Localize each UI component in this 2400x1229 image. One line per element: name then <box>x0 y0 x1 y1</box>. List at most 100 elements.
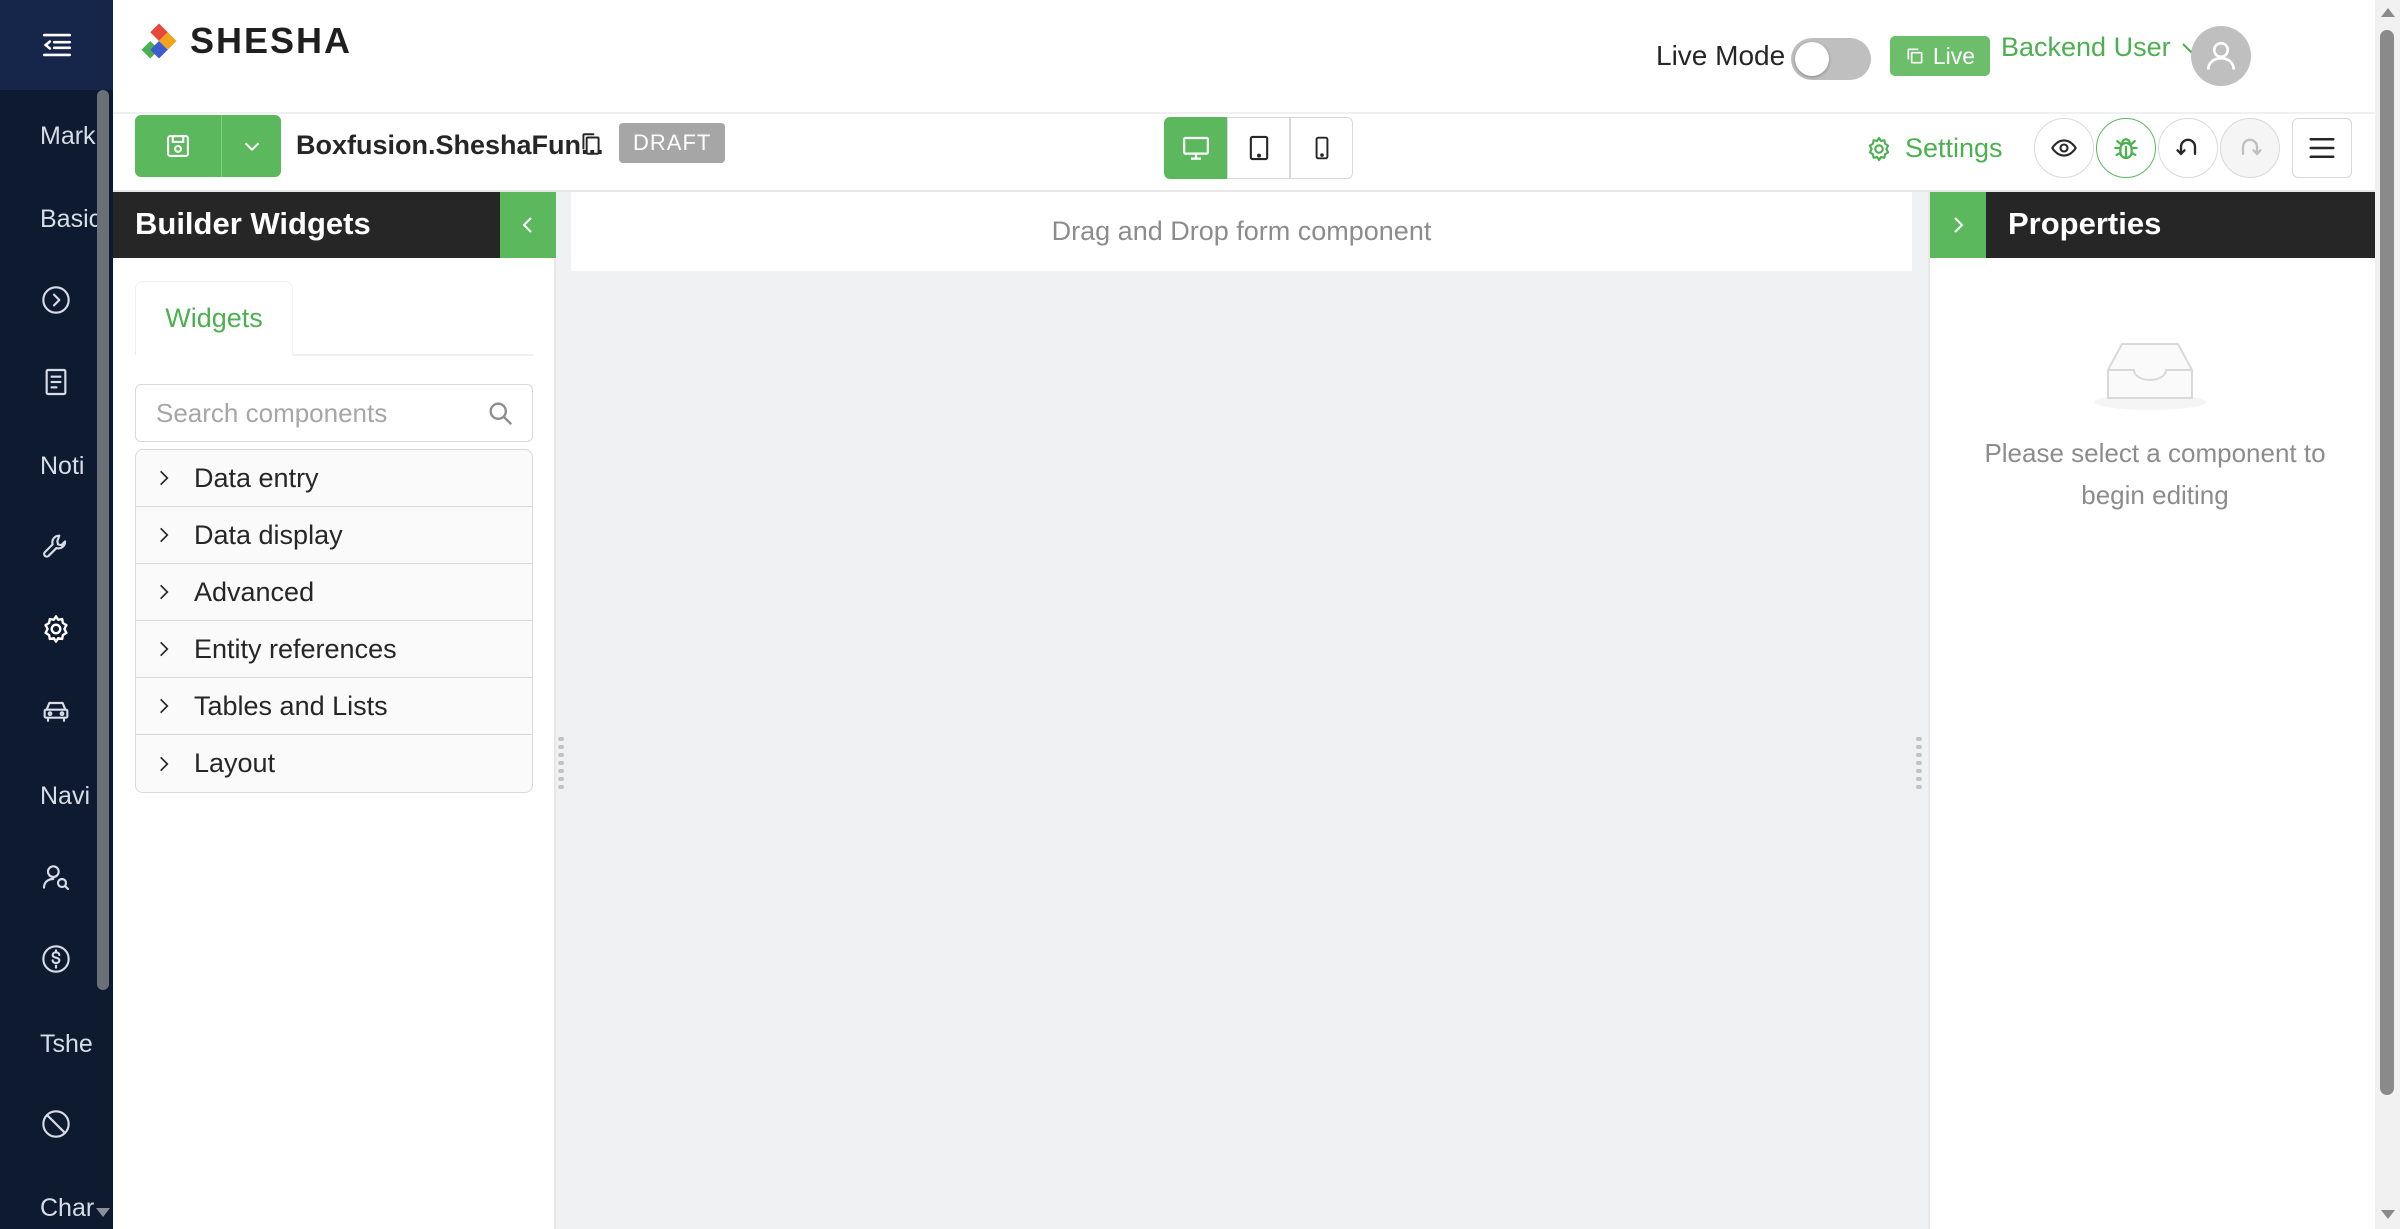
sidebar-item-finance[interactable] <box>40 934 72 984</box>
live-badge[interactable]: Live <box>1890 36 1990 76</box>
sidebar-item-blocked[interactable] <box>40 1099 72 1149</box>
page-scrollbar[interactable] <box>2375 0 2400 1229</box>
component-search <box>135 384 533 442</box>
empty-state-text: Please select a component to begin editi… <box>1984 438 2326 510</box>
app-header: SHESHA Live Mode Live Backend User <box>113 0 2375 114</box>
undo-button[interactable] <box>2158 118 2218 178</box>
category-data-display[interactable]: Data display <box>136 507 532 564</box>
sidebar-item-mark[interactable]: Mark <box>40 111 96 161</box>
play-circle-icon <box>42 286 70 314</box>
sidebar-item-document[interactable] <box>40 357 72 407</box>
sidebar-toggle-button[interactable] <box>0 0 113 90</box>
app-sidebar: Mark Basic Noti Navi Tshe Char <box>0 0 113 1229</box>
document-icon <box>45 368 67 396</box>
preview-button[interactable] <box>2034 118 2094 178</box>
sidebar-item-basic[interactable]: Basic <box>40 194 101 244</box>
app-logo[interactable]: SHESHA <box>138 20 352 62</box>
right-resize-handle[interactable] <box>1916 737 1922 795</box>
scroll-up-arrow[interactable] <box>2381 8 2395 17</box>
redo-button[interactable] <box>2220 118 2280 178</box>
category-label: Entity references <box>194 633 397 664</box>
copy-icon <box>582 133 600 155</box>
sidebar-item-notifications[interactable]: Noti <box>40 441 84 491</box>
more-menu-button[interactable] <box>2292 118 2352 178</box>
expand-properties-button[interactable] <box>1930 192 1986 258</box>
sidebar-item-play[interactable] <box>40 275 72 325</box>
tab-label: Widgets <box>165 303 263 333</box>
search-icon[interactable] <box>486 399 514 427</box>
chevron-right-icon <box>160 584 169 600</box>
panel-title: Builder Widgets <box>135 206 371 241</box>
category-label: Layout <box>194 748 276 778</box>
category-layout[interactable]: Layout <box>136 735 532 792</box>
sidebar-item-label: Basic <box>40 204 102 233</box>
sidebar-item-charts[interactable]: Char <box>40 1183 94 1229</box>
copy-form-name-button[interactable] <box>578 130 604 163</box>
sidebar-item-vehicles[interactable] <box>40 686 72 736</box>
tablet-icon <box>1249 135 1268 161</box>
live-mode-toggle[interactable] <box>1791 38 1871 80</box>
user-name: Backend User <box>2001 32 2171 62</box>
sidebar-item-navigation[interactable]: Navi <box>40 771 90 821</box>
gear-icon <box>1868 136 1890 161</box>
logo-text: SHESHA <box>190 20 353 61</box>
tab-widgets[interactable]: Widgets <box>135 281 293 355</box>
properties-panel: Properties Please select a component to … <box>1928 192 2377 1229</box>
sidebar-item-label: Noti <box>40 451 85 480</box>
toggle-knob <box>1795 42 1829 76</box>
dollar-circle-icon <box>42 945 70 973</box>
device-switcher <box>1164 117 1353 179</box>
save-button-group <box>135 115 281 177</box>
tablet-view-button[interactable] <box>1227 117 1290 179</box>
sidebar-item-label: Tshe <box>40 1029 93 1058</box>
live-mode-label: Live Mode <box>1656 40 1786 71</box>
form-canvas[interactable]: Drag and Drop form component <box>556 192 1928 1229</box>
stop-icon <box>42 1110 70 1138</box>
mobile-view-button[interactable] <box>1290 117 1353 179</box>
debug-button[interactable] <box>2096 118 2156 178</box>
search-input[interactable] <box>156 393 476 433</box>
save-button[interactable] <box>135 115 221 177</box>
car-icon <box>43 701 69 722</box>
user-icon <box>2206 41 2236 70</box>
scroll-down-arrow[interactable] <box>2381 1210 2395 1219</box>
gear-icon <box>44 615 68 643</box>
user-menu[interactable]: Backend User <box>2001 32 2203 63</box>
category-tables-and-lists[interactable]: Tables and Lists <box>136 678 532 735</box>
chevron-right-icon <box>160 756 169 771</box>
category-advanced[interactable]: Advanced <box>136 564 532 621</box>
builder-panel-header: Builder Widgets <box>113 192 556 258</box>
sidebar-item-label: Navi <box>40 781 91 810</box>
builder-widgets-panel: Builder Widgets Widgets Data entry Data … <box>113 192 556 1229</box>
sidebar-item-tools[interactable] <box>40 522 72 572</box>
settings-label: Settings <box>1905 133 2003 163</box>
collapse-panel-button[interactable] <box>500 192 556 258</box>
sidebar-scroll-down-arrow[interactable] <box>96 1208 110 1217</box>
form-name: Boxfusion.SheshaFun... <box>296 130 604 160</box>
sidebar-item-tshe[interactable]: Tshe <box>40 1019 93 1069</box>
redo-icon <box>2241 138 2262 156</box>
properties-panel-header: Properties <box>1986 192 2377 258</box>
chevron-down-icon <box>244 142 259 152</box>
panel-title: Properties <box>2008 206 2162 241</box>
category-data-entry[interactable]: Data entry <box>136 450 532 507</box>
drop-zone[interactable]: Drag and Drop form component <box>571 192 1912 271</box>
category-label: Data display <box>194 519 343 550</box>
save-options-button[interactable] <box>221 115 281 177</box>
category-entity-references[interactable]: Entity references <box>136 621 532 678</box>
left-resize-handle[interactable] <box>558 737 564 795</box>
empty-inbox-icon <box>2090 332 2210 417</box>
sidebar-scrollbar[interactable] <box>97 90 109 990</box>
desktop-view-button[interactable] <box>1164 117 1227 179</box>
category-label: Tables and Lists <box>194 690 388 721</box>
scroll-thumb[interactable] <box>2380 30 2394 1095</box>
bug-icon <box>2114 138 2138 160</box>
sidebar-item-users[interactable] <box>40 852 72 902</box>
avatar[interactable] <box>2191 26 2251 86</box>
user-search-icon <box>42 865 70 891</box>
chevron-right-icon <box>160 470 169 486</box>
settings-button[interactable]: Settings <box>1865 133 2003 164</box>
tab-divider <box>293 354 533 356</box>
desktop-icon <box>1182 136 1209 160</box>
sidebar-item-settings[interactable] <box>40 604 72 654</box>
